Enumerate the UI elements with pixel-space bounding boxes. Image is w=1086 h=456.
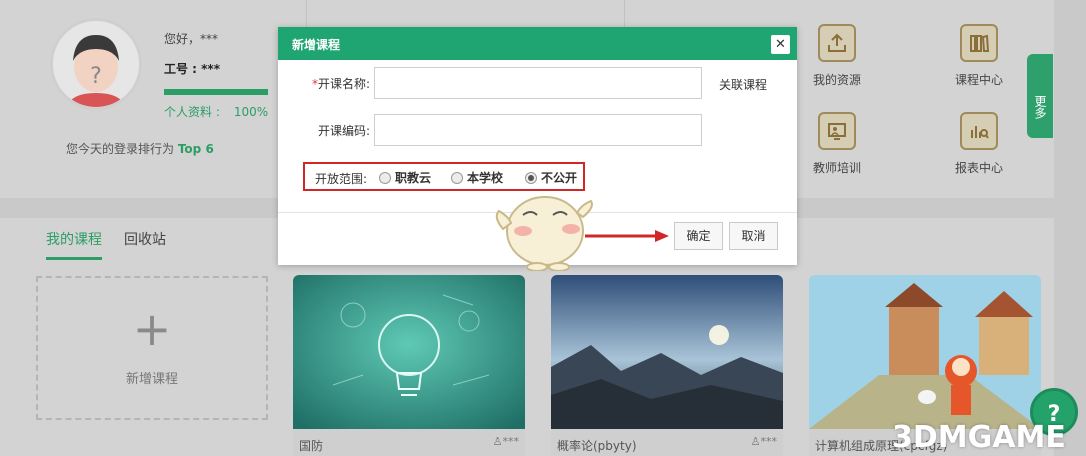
quick-link-label: 教师培训 [812, 161, 861, 175]
quick-link-course-center[interactable]: 课程中心 [944, 24, 1014, 88]
quick-link-label: 报表中心 [954, 161, 1003, 175]
course-name-input[interactable] [374, 67, 702, 99]
open-scope-label: 开放范围: [315, 172, 368, 186]
quick-link-label: 我的资源 [812, 73, 861, 87]
course-thumbnail-lightbulb [293, 275, 525, 429]
scope-option-school[interactable]: 本学校 [451, 169, 503, 186]
scope-option-private[interactable]: 不公开 [525, 169, 577, 186]
tab-my-courses[interactable]: 我的课程 [46, 229, 102, 260]
avatar[interactable]: ? [50, 18, 142, 110]
course-code-label: 开课编码: [317, 124, 370, 138]
course-card-title: 国防 [299, 439, 324, 453]
profile-percent: 100% [233, 105, 269, 119]
quick-link-teacher-training[interactable]: 教师培训 [802, 112, 872, 176]
report-chart-icon [960, 112, 998, 150]
quick-link-report-center[interactable]: 报表中心 [944, 112, 1014, 176]
rank-prefix: 您今天的登录排行为 [66, 142, 175, 156]
radio-selected-icon [525, 171, 537, 184]
course-name-label: *开课名称: [311, 77, 370, 91]
dialog-title: 新增课程 [292, 38, 341, 52]
course-code-input[interactable] [374, 114, 702, 146]
add-course-label: 新增课程 [125, 372, 178, 387]
quick-link-label: 课程中心 [954, 73, 1003, 87]
user-icon: ♙ [750, 435, 761, 448]
greeting-text: 您好，*** [164, 32, 219, 46]
quick-link-my-resources[interactable]: 我的资源 [802, 24, 872, 88]
plus-icon: + [132, 302, 172, 356]
confirm-button[interactable]: 确定 [674, 222, 723, 250]
course-card[interactable]: 概率论(pbyty) ♙*** [551, 275, 783, 456]
user-icon: ♙ [492, 435, 503, 448]
arrow-annotation-icon [585, 230, 669, 242]
mascot-sticker-icon [495, 196, 593, 271]
upload-icon [818, 24, 856, 62]
course-card[interactable]: 国防 ♙*** [293, 275, 525, 456]
profile-completion[interactable]: 个人资料 : 100% [164, 103, 268, 120]
profile-label: 个人资料 : [164, 105, 220, 119]
more-tab[interactable]: 更多 [1027, 54, 1053, 138]
add-course-card[interactable]: + 新增课程 [36, 276, 268, 420]
rank-value: Top 6 [177, 142, 214, 156]
job-number: 工号 : *** [164, 62, 220, 76]
course-card-title: 概率论(pbyty) [557, 439, 637, 453]
dialog-header: 新增课程 ✕ [278, 27, 797, 60]
watermark-text: 3DMGAME [892, 420, 1066, 455]
login-rank: 您今天的登录排行为 Top 6 [66, 140, 214, 157]
course-card-owner: ♙*** [750, 435, 777, 448]
course-tabs: 我的课程 回收站 [46, 229, 166, 260]
avatar-placeholder-icon: ? [53, 21, 139, 107]
profile-progress-fill [164, 89, 268, 95]
close-icon[interactable]: ✕ [771, 35, 790, 54]
course-thumbnail-village [809, 275, 1041, 429]
scope-option-zhijiaoyun[interactable]: 职教云 [379, 169, 431, 186]
cancel-button[interactable]: 取消 [729, 222, 778, 250]
presentation-icon [818, 112, 856, 150]
tab-recycle-bin[interactable]: 回收站 [124, 229, 166, 260]
svg-text:?: ? [90, 64, 102, 89]
radio-icon [379, 171, 391, 184]
course-card-owner: ♙*** [492, 435, 519, 448]
books-icon [960, 24, 998, 62]
link-course-button[interactable]: 关联课程 [719, 76, 767, 93]
radio-icon [451, 171, 463, 184]
profile-progress-bar [164, 89, 268, 95]
course-thumbnail-landscape [551, 275, 783, 429]
